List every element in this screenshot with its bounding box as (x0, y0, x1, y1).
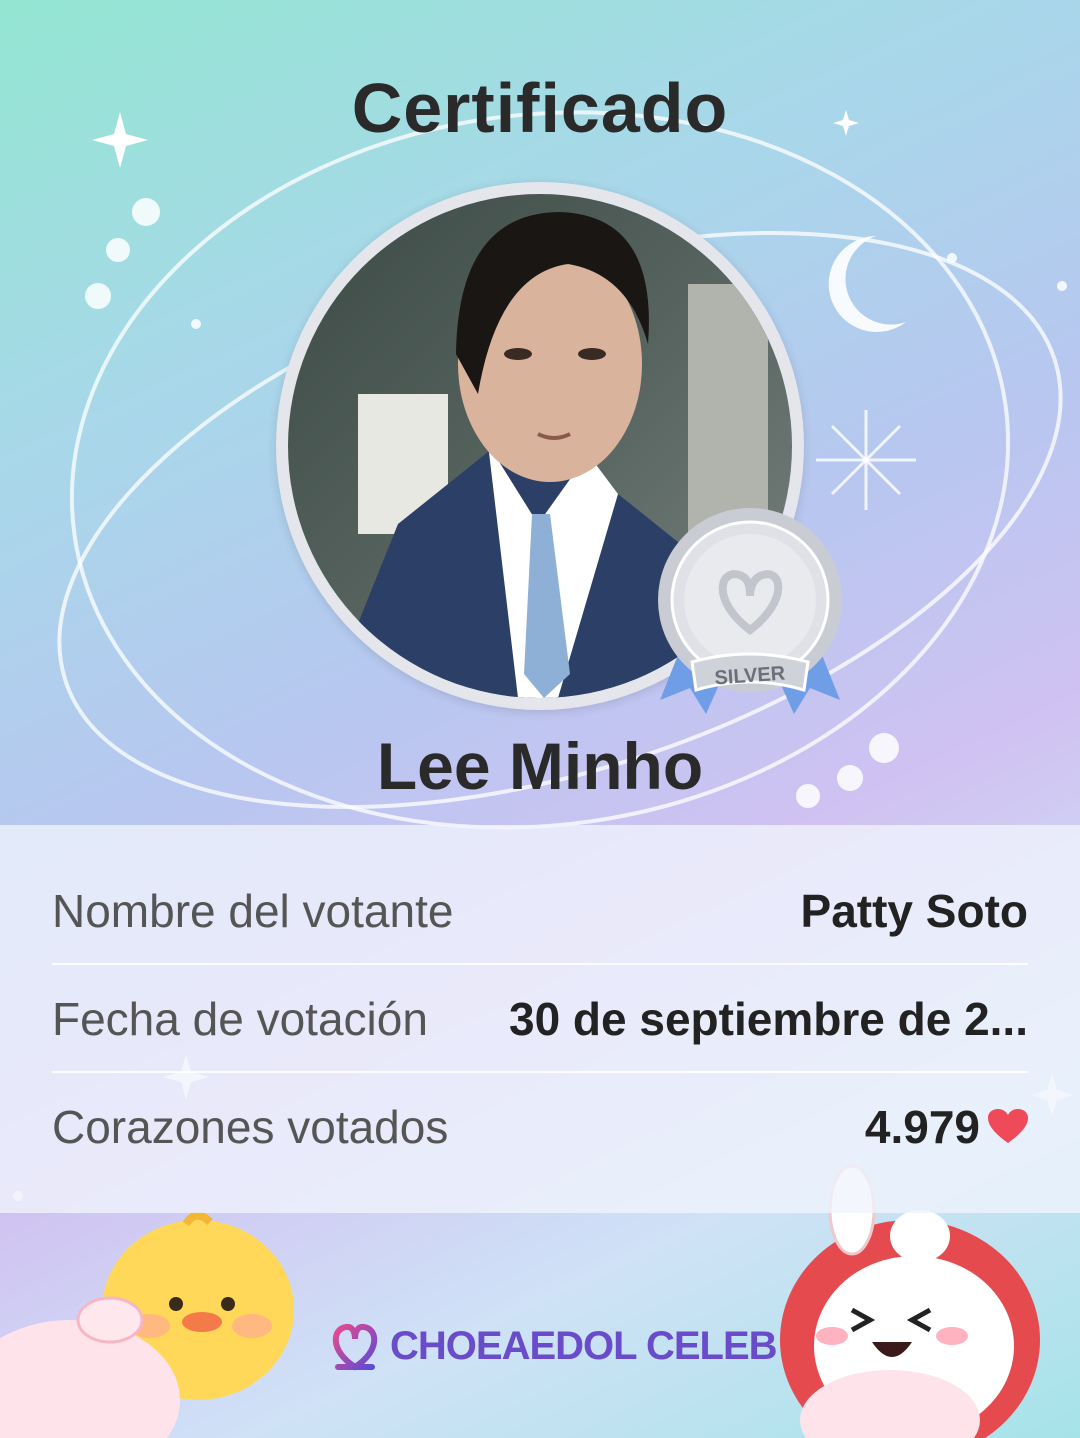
detail-row-date: Fecha de votación 30 de septiembre de 2.… (52, 965, 1028, 1072)
detail-value: Patty Soto (800, 884, 1028, 937)
hearts-count: 4.979 (865, 1100, 1028, 1154)
detail-value: 4.979 (864, 1100, 980, 1153)
celebrity-name: Lee Minho (376, 729, 704, 803)
heart-icon (988, 1108, 1028, 1143)
choeaedol-logo-icon (332, 1323, 378, 1371)
chick-mascot-icon (0, 1211, 294, 1438)
detail-row-hearts: Corazones votados 4.979 (52, 1073, 1028, 1180)
brand-name: CHOEAEDOL CELEB (390, 1323, 778, 1368)
detail-label: Nombre del votante (52, 884, 454, 937)
detail-label: Corazones votados (52, 1100, 449, 1153)
detail-label: Fecha de votación (52, 992, 428, 1045)
brand-logo: CHOEAEDOL CELEB (326, 1318, 778, 1374)
detail-row-voter: Nombre del votante Patty Soto (52, 857, 1028, 964)
silver-medal-icon: SILVER (658, 508, 842, 714)
detail-value: 30 de septiembre de 2... (508, 992, 1028, 1045)
vote-details-panel: Nombre del votante Patty Soto Fecha de v… (0, 825, 1080, 1213)
certificate-title: Certificado (351, 69, 729, 147)
